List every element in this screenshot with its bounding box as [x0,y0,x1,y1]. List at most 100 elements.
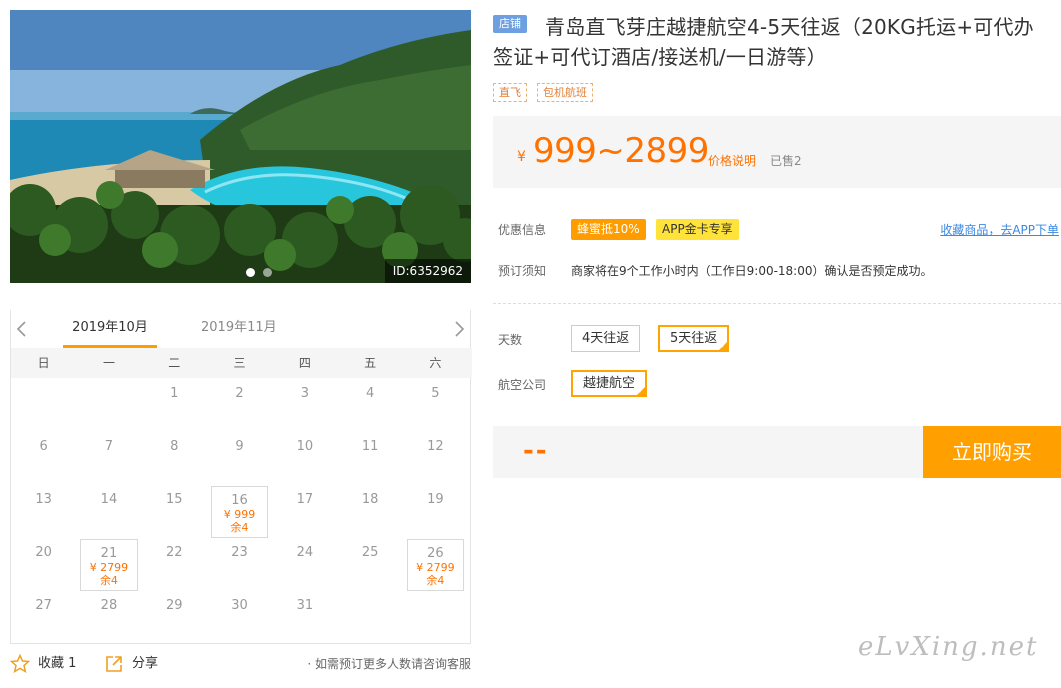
option-label: 越捷航空 [583,376,636,391]
carousel-dot-1[interactable] [246,268,255,277]
calendar-day: 24 [296,545,314,560]
calendar-day-price: ¥ 2799 [416,561,455,574]
booking-notice-row: 预订须知 商家将在9个工作小时内（工作日9:00-18:00）确认是否预定成功。 [493,260,1061,282]
calendar-day: 23 [231,545,248,560]
weekday-label: 三 [233,356,246,370]
calendar-day: 27 [35,598,52,613]
calendar-week-row: 1 2 3 4 5 [11,380,472,433]
calendar-day-stock: 余4 [230,521,249,534]
calendar-day: 17 [296,492,314,507]
price-calendar: 2019年10月 2019年11月 日 一 二 三 四 五 六 12345678… [10,310,472,645]
weekday-label: 二 [168,356,181,370]
honey-discount-badge: 蜂蜜抵10% [571,219,646,240]
calendar-day: 30 [231,598,248,613]
calendar-header: 2019年10月 2019年11月 [11,310,472,348]
calendar-day: 1 [170,386,179,401]
price-box: ¥ 999~2899 价格说明 已售2 [493,116,1061,188]
calendar-day[interactable]: 21 ¥ 2799 余4 [76,539,141,592]
calendar-day: 2 [235,386,244,401]
calendar-day-available[interactable]: 26 ¥ 2799 余4 [406,539,465,591]
calendar-grid: 1 2 3 4 5 6 7 8 9 10 11 12 13 14 15 16 ¥ 999 余4 17 18 19 20 21… [11,380,472,645]
calendar-empty-cell [403,592,468,645]
calendar-day-stock: 余4 [426,574,445,587]
calendar-day: 29 [165,598,183,613]
price-currency: ¥ [517,149,526,165]
app-order-link[interactable]: 收藏商品，去APP下单 [940,219,1059,241]
booking-notice-text: 商家将在9个工作小时内（工作日9:00-18:00）确认是否预定成功。 [571,264,933,278]
tab-month-november[interactable]: 2019年11月 [201,319,277,337]
calendar-day-number: 26 [427,546,444,561]
buy-bar: -- 立即购买 [493,426,1061,478]
tab-month-october[interactable]: 2019年10月 [63,319,157,348]
weekday-label: 一 [102,356,115,370]
calendar-day: 28 [100,598,118,613]
calendar-week-row: 27 28 29 30 31 [11,592,472,645]
booking-notice-label: 预订须知 [498,264,547,278]
shop-tag: 店铺 [493,15,527,33]
option-4-days[interactable]: 4天往返 [571,325,641,352]
calendar-day: 20 [35,545,52,560]
divider [493,303,1061,304]
calendar-day: 31 [296,598,314,613]
calendar-day: 14 [100,492,118,507]
chevron-right-icon[interactable] [452,320,466,338]
calendar-day: 9 [235,439,244,454]
chevron-left-icon[interactable] [15,320,29,338]
calendar-empty-cell [337,592,402,645]
calendar-empty-cell [11,380,76,433]
calendar-day: 13 [35,492,52,507]
weekday-label: 日 [37,356,50,370]
share-button[interactable]: 分享 [104,654,158,674]
calendar-day-stock: 余4 [99,574,118,587]
option-5-days[interactable]: 5天往返 ✓ [658,325,730,352]
calendar-week-row: 20 21 ¥ 2799 余4 22 23 24 25 26 ¥ 2799 余4 [11,539,472,592]
calendar-day: 18 [361,492,379,507]
carousel-dots [246,268,272,277]
price-range: 999~2899 [533,131,709,171]
calendar-day: 8 [170,439,179,454]
calendar-day: 10 [296,439,314,454]
promo-row: 优惠信息 蜂蜜抵10% APP金卡专享 收藏商品，去APP下单 [493,219,1061,241]
share-label: 分享 [132,656,159,671]
option-label: 5天往返 [670,331,718,346]
check-icon: ✓ [720,342,727,350]
site-watermark: eLvXing.net [858,632,1039,662]
label-direct-flight: 直飞 [493,83,527,102]
star-icon [10,654,30,674]
days-label: 天数 [498,333,523,347]
product-actions: 收藏 1 分享 · 如需预订更多人数请咨询客服 [10,654,471,676]
calendar-day: 11 [361,439,379,454]
favorite-button[interactable]: 收藏 1 [10,654,76,674]
check-icon: ✓ [638,387,645,395]
option-label: 4天往返 [582,331,630,346]
calendar-day: 7 [104,439,114,454]
buy-now-button[interactable]: 立即购买 [923,426,1061,478]
calendar-empty-cell [76,380,141,433]
calendar-week-row: 6 7 8 9 10 11 12 [11,433,472,486]
product-photo[interactable]: ID:6352962 [10,10,471,283]
promo-label: 优惠信息 [498,223,547,237]
calendar-day-number: 21 [100,546,118,561]
calendar-day: 3 [300,386,309,401]
carousel-dot-2[interactable] [263,268,272,277]
price-explanation-link[interactable]: 价格说明 [708,152,756,169]
calendar-day-price: ¥ 999 [223,508,256,521]
calendar-day-available[interactable]: 21 ¥ 2799 余4 [80,539,138,591]
calendar-day[interactable]: 26 ¥ 2799 余4 [403,539,468,592]
calendar-day: 22 [165,545,183,560]
calendar-day[interactable]: 16 ¥ 999 余4 [207,486,272,539]
resort-scene-image [10,10,471,283]
weekday-label: 五 [364,356,377,370]
product-title: 青岛直飞芽庄越捷航空4-5天往返（20KG托运+可代办签证+可代订酒店/接送机/… [493,15,1034,69]
calendar-day-number: 16 [231,493,248,508]
app-gold-card-badge: APP金卡专享 [656,219,739,240]
calendar-day: 6 [39,439,48,454]
calendar-week-row: 13 14 15 16 ¥ 999 余4 17 18 19 [11,486,472,539]
label-charter-flight: 包机航班 [537,83,593,102]
product-page: ID:6352962 2019年10月 2019年11月 日 一 二 三 四 五… [0,0,1061,688]
consult-hint: · 如需预订更多人数请咨询客服 [307,657,471,671]
calendar-day: 12 [427,439,444,454]
option-airline-vietjet[interactable]: 越捷航空 ✓ [571,370,648,397]
weekday-label: 四 [298,356,311,370]
calendar-day-available[interactable]: 16 ¥ 999 余4 [210,486,269,538]
